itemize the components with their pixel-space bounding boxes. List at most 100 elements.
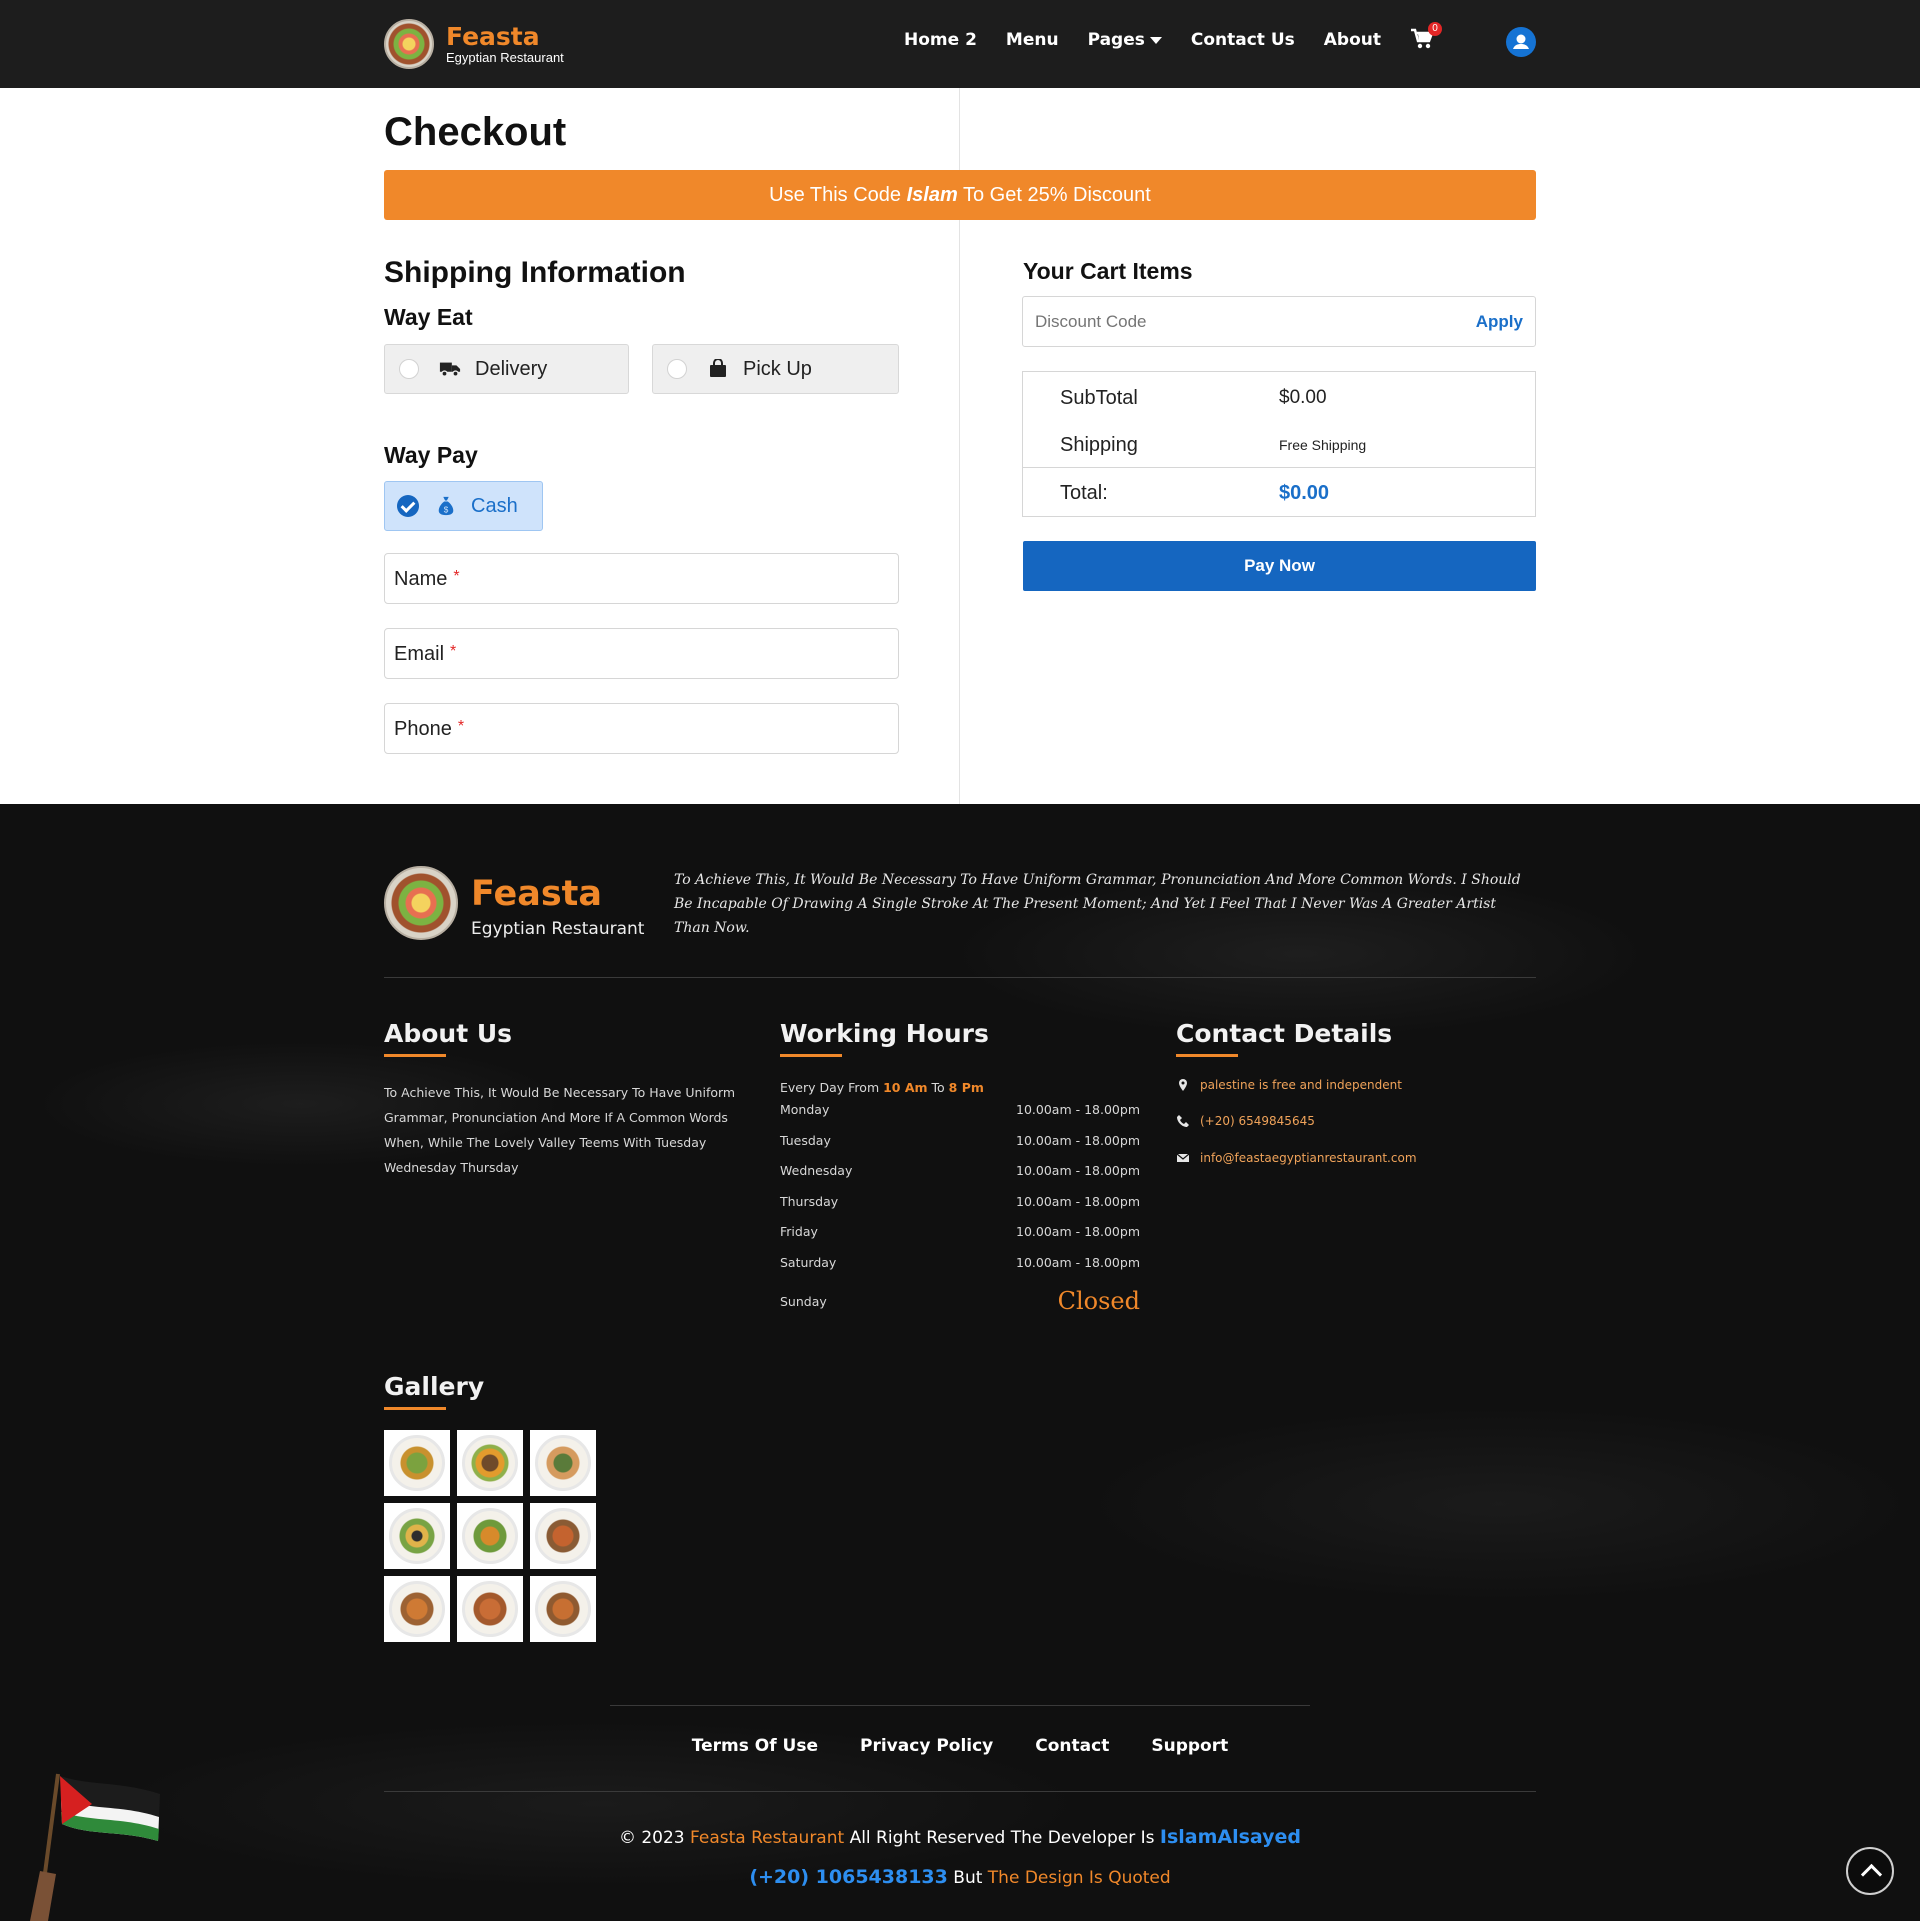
phone-icon	[1177, 1115, 1189, 1127]
cart-title: Your Cart Items	[1023, 258, 1193, 284]
gallery-grid	[384, 1430, 596, 1642]
logo-plate-icon	[384, 19, 434, 69]
privacy-link[interactable]: Privacy Policy	[860, 1736, 993, 1756]
order-summary: SubTotal $0.00 Shipping Free Shipping To…	[1022, 371, 1536, 517]
food-plate-image	[462, 1581, 518, 1637]
promo-code: Islam	[906, 184, 958, 206]
gallery-item[interactable]	[530, 1430, 596, 1496]
delivery-option[interactable]: Delivery	[384, 344, 629, 394]
email-text: info@feastaegyptianrestaurant.com	[1200, 1151, 1417, 1165]
nav-about[interactable]: About	[1324, 30, 1381, 50]
food-plate-image	[535, 1435, 591, 1491]
chevron-down-icon	[1149, 36, 1162, 44]
gallery-item[interactable]	[384, 1576, 450, 1642]
gallery-item[interactable]	[530, 1503, 596, 1569]
map-pin-icon	[1179, 1079, 1187, 1091]
delivery-radio[interactable]	[399, 359, 419, 379]
shipping-value: Free Shipping	[1279, 437, 1367, 453]
day-thursday: Thursday	[780, 1194, 839, 1209]
time-wednesday: 10.00am - 18.00pm	[1016, 1163, 1140, 1178]
footer-brand-name: Feasta	[471, 874, 603, 914]
promo-banner: Use This Code Islam To Get 25% Discount	[384, 170, 1536, 220]
terms-link[interactable]: Terms Of Use	[692, 1736, 818, 1756]
about-underline	[384, 1054, 446, 1057]
footer-intro: To Achieve This, It Would Be Necessary T…	[674, 872, 1521, 936]
email-field[interactable]: Email *	[384, 628, 899, 679]
subtotal-label: SubTotal	[1060, 387, 1138, 409]
total-label: Total:	[1060, 482, 1108, 504]
gallery-item[interactable]	[530, 1576, 596, 1642]
brand-logo-link[interactable]: Feasta Egyptian Restaurant	[384, 19, 564, 69]
gallery-item[interactable]	[457, 1430, 523, 1496]
money-bag-icon: $	[438, 496, 454, 516]
svg-text:$: $	[444, 505, 449, 514]
cash-label: Cash	[471, 494, 518, 517]
hours-heading: Working Hours	[780, 1019, 989, 1048]
apply-button[interactable]: Apply	[1476, 312, 1523, 332]
pay-now-button[interactable]: Pay Now	[1023, 541, 1536, 591]
day-sunday: Sunday	[780, 1294, 827, 1309]
contact-underline	[1176, 1054, 1238, 1057]
summary-divider	[1023, 467, 1535, 468]
gallery-item[interactable]	[384, 1503, 450, 1569]
required-marker: *	[450, 643, 457, 660]
cash-option[interactable]: $ Cash	[384, 481, 543, 531]
food-plate-image	[462, 1508, 518, 1564]
about-text: To Achieve This, It Would Be Necessary T…	[384, 1085, 736, 1175]
envelope-icon	[1176, 1153, 1190, 1162]
phone-text: (+20) 6549845645	[1200, 1114, 1315, 1128]
food-plate-image	[535, 1508, 591, 1564]
copyright-restaurant-link[interactable]: Feasta Restaurant	[690, 1828, 844, 1848]
gallery-item[interactable]	[384, 1430, 450, 1496]
nav-pages-label: Pages	[1087, 30, 1145, 50]
footer-links-divider-top	[610, 1705, 1310, 1706]
copyright-prefix: © 2023	[618, 1828, 691, 1848]
cart-button[interactable]: 0	[1410, 22, 1442, 52]
pickup-radio[interactable]	[667, 359, 687, 379]
contact-phone[interactable]: (+20) 6549845645	[1176, 1114, 1315, 1128]
day-wednesday: Wednesday	[780, 1163, 853, 1178]
user-account-button[interactable]	[1506, 27, 1536, 57]
pickup-label: Pick Up	[743, 357, 812, 380]
phone-label: Phone	[394, 718, 452, 740]
day-saturday: Saturday	[780, 1255, 837, 1270]
food-plate-image	[389, 1508, 445, 1564]
nav-pages-dropdown[interactable]: Pages	[1088, 30, 1162, 50]
footer-logo-icon	[384, 866, 458, 940]
day-monday: Monday	[780, 1102, 830, 1117]
design-quoted-link[interactable]: The Design Is Quoted	[988, 1868, 1171, 1888]
promo-text-before: Use This Code	[769, 184, 907, 206]
name-field[interactable]: Name *	[384, 553, 899, 604]
pickup-option[interactable]: Pick Up	[652, 344, 899, 394]
food-plate-image	[389, 1581, 445, 1637]
contact-email[interactable]: info@feastaegyptianrestaurant.com	[1176, 1151, 1417, 1165]
page-title: Checkout	[384, 110, 567, 154]
gallery-item[interactable]	[457, 1576, 523, 1642]
scroll-to-top-button[interactable]	[1846, 1847, 1894, 1895]
contact-link[interactable]: Contact	[1035, 1736, 1109, 1756]
total-value: $0.00	[1279, 482, 1330, 504]
contact-heading: Contact Details	[1176, 1019, 1393, 1048]
developer-phone-line: (+20) 1065438133 But The Design Is Quote…	[0, 1866, 1920, 1888]
about-heading: About Us	[384, 1019, 513, 1048]
user-icon	[1513, 34, 1529, 49]
developer-link[interactable]: IslamAlsayed	[1160, 1826, 1301, 1848]
footer-links-divider-bottom	[384, 1791, 1536, 1792]
nav-contact-us[interactable]: Contact Us	[1191, 30, 1295, 50]
developer-phone[interactable]: (+20) 1065438133	[749, 1866, 948, 1888]
discount-code-input[interactable]	[1035, 311, 1395, 332]
shopping-bag-icon	[710, 359, 726, 377]
gallery-item[interactable]	[457, 1503, 523, 1569]
time-monday: 10.00am - 18.00pm	[1016, 1102, 1140, 1117]
nav-menu[interactable]: Menu	[1006, 30, 1059, 50]
phone-field[interactable]: Phone *	[384, 703, 899, 754]
delivery-truck-icon	[439, 362, 461, 377]
nav-home-2[interactable]: Home 2	[904, 30, 977, 50]
way-eat-label: Way Eat	[384, 304, 473, 330]
delivery-label: Delivery	[475, 357, 548, 380]
support-link[interactable]: Support	[1151, 1736, 1228, 1756]
email-label: Email	[394, 643, 445, 665]
hours-mid: To	[927, 1080, 949, 1095]
footer-divider	[384, 977, 1536, 978]
copyright-middle: All Right Reserved The Developer Is	[844, 1828, 1160, 1848]
